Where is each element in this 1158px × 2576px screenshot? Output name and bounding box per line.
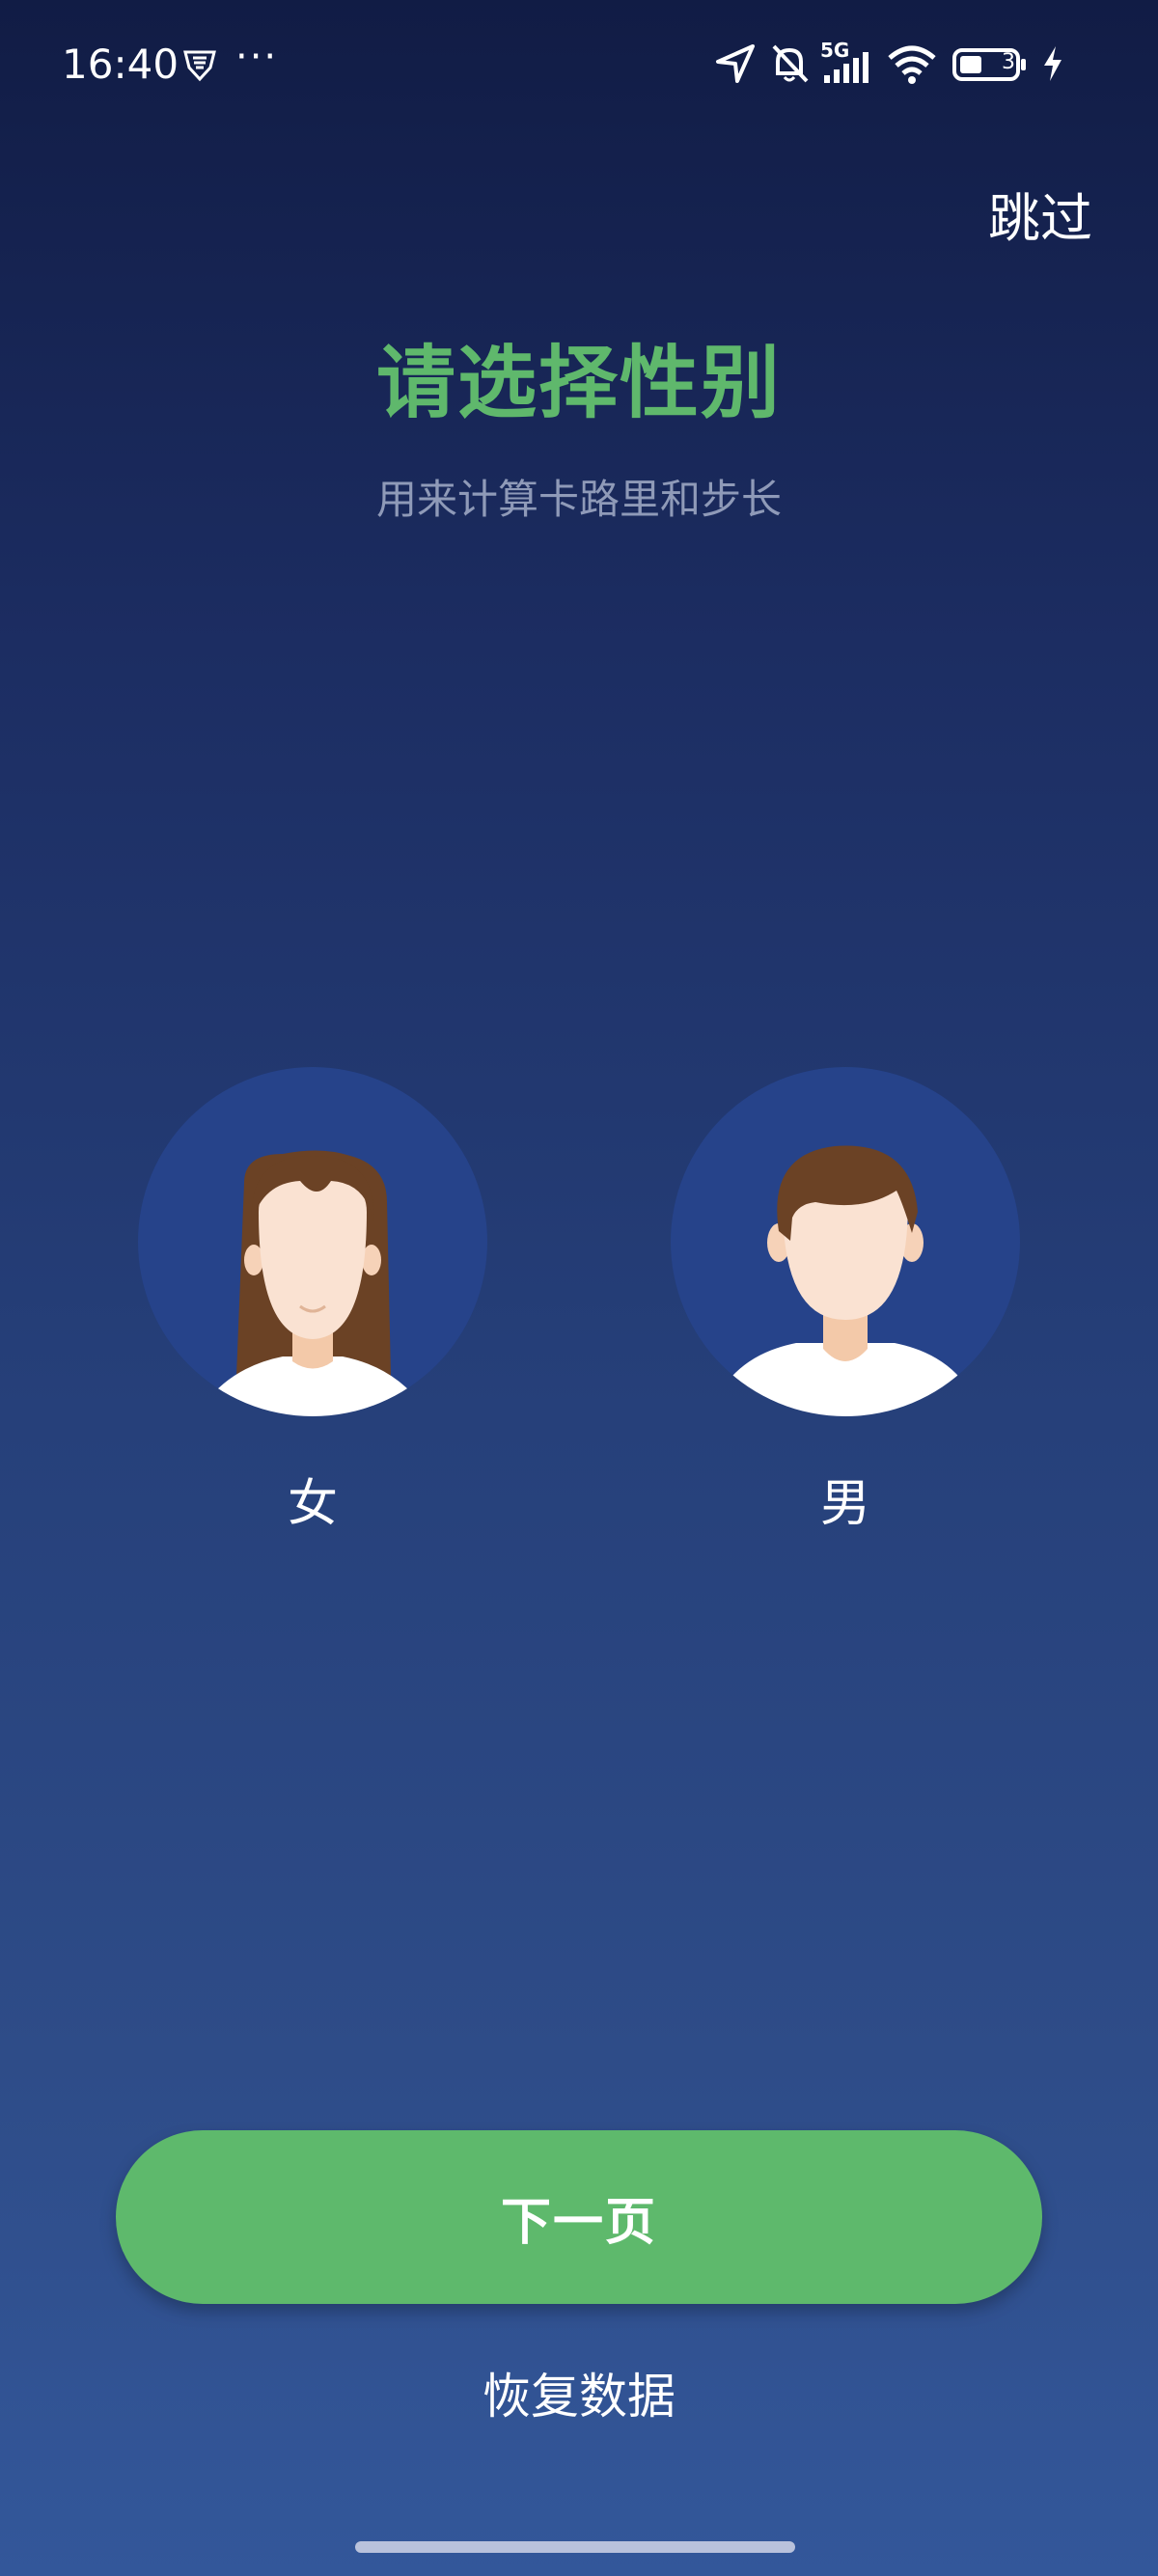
restore-data-link[interactable]: 恢复数据 xyxy=(0,2358,1158,2427)
status-bar: 16:40 ··· 5G 3 xyxy=(0,0,1158,135)
gender-label-female: 女 xyxy=(287,1475,338,1533)
battery-level: 3 xyxy=(1002,50,1015,74)
page-subtitle: 用来计算卡路里和步长 xyxy=(375,476,782,523)
vpn-shield-icon xyxy=(183,50,216,82)
battery-icon xyxy=(952,48,1026,81)
status-icons: 5G 3 xyxy=(714,39,1100,89)
location-icon xyxy=(716,44,755,83)
gender-label-male: 男 xyxy=(819,1475,870,1533)
charging-icon xyxy=(1044,46,1062,81)
bell-off-icon xyxy=(772,44,809,83)
gender-option-male[interactable]: 男 xyxy=(671,1067,1020,1535)
more-notifications-icon: ··· xyxy=(235,35,279,79)
gender-option-female[interactable]: 女 xyxy=(138,1067,487,1535)
next-page-button[interactable]: 下一页 xyxy=(116,2130,1042,2304)
skip-button[interactable]: 跳过 xyxy=(988,176,1092,252)
home-indicator[interactable] xyxy=(355,2541,795,2553)
female-avatar-icon[interactable] xyxy=(138,1067,487,1416)
wifi-icon xyxy=(888,45,936,84)
status-time: 16:40 xyxy=(62,41,179,88)
signal-icon xyxy=(824,52,868,83)
male-avatar-icon[interactable] xyxy=(671,1067,1020,1416)
page-title: 请选择性别 xyxy=(375,338,782,429)
